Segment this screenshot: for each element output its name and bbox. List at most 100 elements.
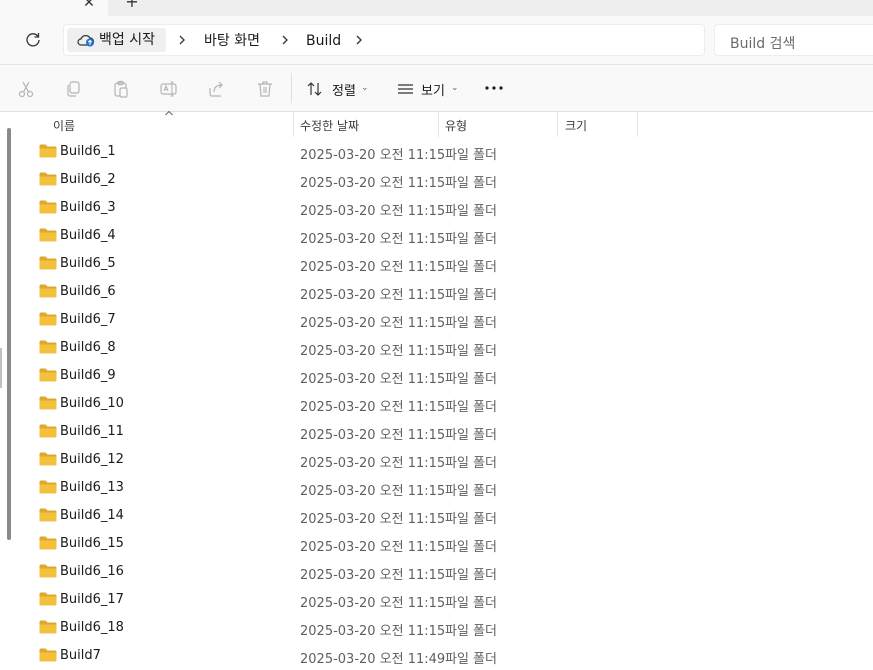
table-row[interactable]: Build6_15 2025-03-20 오전 11:15 파일 폴더 (0, 530, 873, 558)
file-type: 파일 폴더 (445, 204, 497, 219)
file-name[interactable]: Build6_9 (60, 368, 116, 383)
refresh-button[interactable] (22, 29, 44, 51)
sort-button[interactable]: 정렬 ⌄ (306, 77, 376, 101)
address-bar: 백업 시작 바탕 화면 Build Build 검색 (0, 16, 873, 65)
breadcrumb-item-build[interactable]: Build (306, 32, 341, 50)
copy-icon[interactable] (63, 79, 83, 99)
folder-icon (39, 396, 57, 410)
file-modified-date: 2025-03-20 오전 11:15 (300, 288, 446, 303)
breadcrumb[interactable]: 백업 시작 바탕 화면 Build (63, 24, 705, 56)
vertical-scrollbar-thumb[interactable] (7, 128, 11, 540)
file-name[interactable]: Build6_3 (60, 200, 116, 215)
tab-close-button[interactable]: ✕ (80, 0, 98, 12)
table-row[interactable]: Build6_9 2025-03-20 오전 11:15 파일 폴더 (0, 362, 873, 390)
table-row[interactable]: Build6_1 2025-03-20 오전 11:15 파일 폴더 (0, 138, 873, 166)
delete-icon[interactable] (255, 79, 275, 99)
refresh-icon (26, 33, 40, 47)
file-name[interactable]: Build6_15 (60, 536, 124, 551)
table-row[interactable]: Build6_8 2025-03-20 오전 11:15 파일 폴더 (0, 334, 873, 362)
toolbar-separator (291, 73, 292, 103)
more-icon (485, 86, 503, 90)
file-name[interactable]: Build6_7 (60, 312, 116, 327)
table-row[interactable]: Build6_14 2025-03-20 오전 11:15 파일 폴더 (0, 502, 873, 530)
search-placeholder: Build 검색 (730, 36, 796, 52)
chevron-right-icon[interactable] (354, 34, 364, 46)
table-row[interactable]: Build6_5 2025-03-20 오전 11:15 파일 폴더 (0, 250, 873, 278)
table-row[interactable]: Build6_11 2025-03-20 오전 11:15 파일 폴더 (0, 418, 873, 446)
file-name[interactable]: Build6_14 (60, 508, 124, 523)
column-divider[interactable] (557, 112, 558, 137)
file-name[interactable]: Build6_12 (60, 452, 124, 467)
view-button[interactable]: 보기 ⌄ (397, 77, 463, 101)
file-name[interactable]: Build6_8 (60, 340, 116, 355)
table-row[interactable]: Build6_18 2025-03-20 오전 11:15 파일 폴더 (0, 614, 873, 642)
table-row[interactable]: Build6_13 2025-03-20 오전 11:15 파일 폴더 (0, 474, 873, 502)
file-name[interactable]: Build6_4 (60, 228, 116, 243)
onedrive-backup-icon (77, 35, 95, 47)
table-row[interactable]: Build6_7 2025-03-20 오전 11:15 파일 폴더 (0, 306, 873, 334)
folder-icon (39, 452, 57, 466)
folder-icon (39, 200, 57, 214)
column-header-type[interactable]: 유형 (445, 117, 467, 134)
table-row[interactable]: Build6_16 2025-03-20 오전 11:15 파일 폴더 (0, 558, 873, 586)
file-type: 파일 폴더 (445, 652, 497, 667)
file-modified-date: 2025-03-20 오전 11:15 (300, 512, 446, 527)
file-name[interactable]: Build6_10 (60, 396, 124, 411)
column-divider[interactable] (293, 112, 294, 137)
view-icon (398, 84, 413, 94)
file-name[interactable]: Build6_1 (60, 144, 116, 159)
table-row[interactable]: Build6_10 2025-03-20 오전 11:15 파일 폴더 (0, 390, 873, 418)
table-row[interactable]: Build6_4 2025-03-20 오전 11:15 파일 폴더 (0, 222, 873, 250)
search-input[interactable]: Build 검색 (714, 24, 873, 56)
table-row[interactable]: Build6_17 2025-03-20 오전 11:15 파일 폴더 (0, 586, 873, 614)
file-name[interactable]: Build7 (60, 648, 101, 663)
column-header-size[interactable]: 크기 (565, 117, 587, 134)
file-name[interactable]: Build6_13 (60, 480, 124, 495)
folder-icon (39, 144, 57, 158)
file-modified-date: 2025-03-20 오전 11:15 (300, 540, 446, 555)
file-type: 파일 폴더 (445, 428, 497, 443)
table-row[interactable]: Build6_2 2025-03-20 오전 11:15 파일 폴더 (0, 166, 873, 194)
file-name[interactable]: Build6_6 (60, 284, 116, 299)
rename-icon[interactable] (159, 79, 179, 99)
column-divider[interactable] (637, 112, 638, 137)
breadcrumb-item-backup[interactable]: 백업 시작 (67, 28, 166, 52)
table-row[interactable]: Build6_12 2025-03-20 오전 11:15 파일 폴더 (0, 446, 873, 474)
chevron-right-icon[interactable] (177, 34, 187, 46)
table-row[interactable]: Build6_6 2025-03-20 오전 11:15 파일 폴더 (0, 278, 873, 306)
file-modified-date: 2025-03-20 오전 11:15 (300, 400, 446, 415)
file-modified-date: 2025-03-20 오전 11:15 (300, 568, 446, 583)
share-icon[interactable] (207, 79, 227, 99)
file-name[interactable]: Build6_17 (60, 592, 124, 607)
column-header-modified[interactable]: 수정한 날짜 (300, 117, 359, 134)
tab-strip: ✕ + (0, 0, 873, 16)
file-type: 파일 폴더 (445, 624, 497, 639)
file-name[interactable]: Build6_2 (60, 172, 116, 187)
paste-icon[interactable] (111, 79, 131, 99)
file-list-pane: 이름 수정한 날짜 유형 크기 Build6_1 2025-03-20 오전 11… (0, 110, 873, 667)
file-name[interactable]: Build6_5 (60, 256, 116, 271)
tab-active[interactable]: ✕ (0, 0, 108, 16)
table-row[interactable]: Build6_3 2025-03-20 오전 11:15 파일 폴더 (0, 194, 873, 222)
new-tab-button[interactable]: + (123, 0, 141, 11)
file-list: Build6_1 2025-03-20 오전 11:15 파일 폴더 Build6_2… (0, 138, 873, 670)
column-header-name[interactable]: 이름 (53, 117, 75, 134)
folder-icon (39, 564, 57, 578)
breadcrumb-item-desktop[interactable]: 바탕 화면 (204, 32, 260, 50)
table-row[interactable]: Build7 2025-03-20 오전 11:49 파일 폴더 (0, 642, 873, 670)
more-options-button[interactable] (484, 77, 506, 101)
breadcrumb-label-backup: 백업 시작 (99, 32, 155, 48)
folder-icon (39, 480, 57, 494)
file-name[interactable]: Build6_18 (60, 620, 124, 635)
column-divider[interactable] (438, 112, 439, 137)
folder-icon (39, 592, 57, 606)
file-modified-date: 2025-03-20 오전 11:15 (300, 596, 446, 611)
file-name[interactable]: Build6_16 (60, 564, 124, 579)
cut-icon[interactable] (16, 79, 36, 99)
file-modified-date: 2025-03-20 오전 11:15 (300, 176, 446, 191)
sort-label: 정렬 (332, 84, 356, 99)
folder-icon (39, 620, 57, 634)
chevron-right-icon[interactable] (280, 34, 290, 46)
file-modified-date: 2025-03-20 오전 11:49 (300, 652, 446, 667)
file-name[interactable]: Build6_11 (60, 424, 124, 439)
